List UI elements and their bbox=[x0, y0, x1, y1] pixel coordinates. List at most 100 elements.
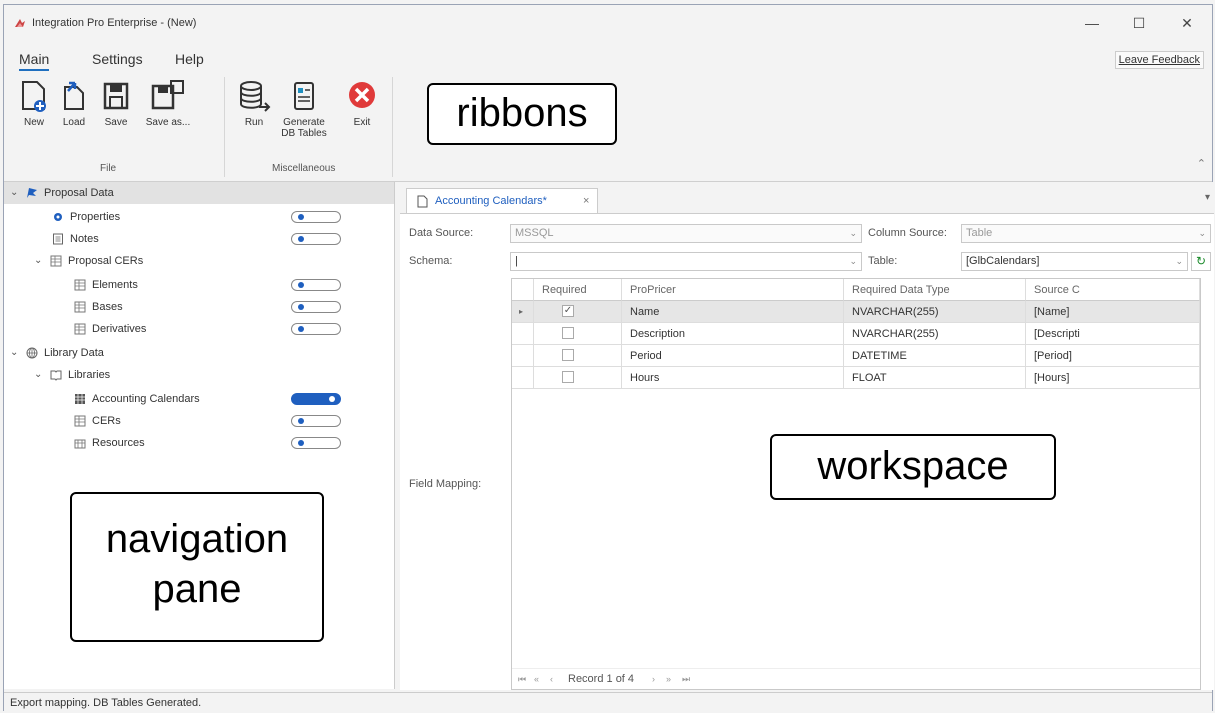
nav-item-cers[interactable]: CERs bbox=[4, 410, 394, 432]
load-file-icon bbox=[64, 81, 84, 110]
run-button[interactable]: Run bbox=[230, 79, 278, 128]
column-header-source[interactable]: Source C bbox=[1026, 279, 1200, 301]
propricer-cell[interactable]: Name bbox=[622, 301, 844, 323]
nav-item-derivatives[interactable]: Derivatives bbox=[4, 318, 394, 340]
source-cell[interactable]: [Descripti bbox=[1026, 323, 1200, 345]
propricer-cell[interactable]: Description bbox=[622, 323, 844, 345]
last-record-button[interactable]: ⏭ bbox=[682, 669, 690, 689]
required-checkbox[interactable]: ✓ bbox=[562, 305, 574, 317]
save-as-button[interactable]: Save as... bbox=[140, 79, 196, 128]
tab-help[interactable]: Help bbox=[175, 51, 204, 67]
tab-settings[interactable]: Settings bbox=[92, 51, 143, 67]
nav-item-elements[interactable]: Elements bbox=[4, 274, 394, 296]
table-value: [GlbCalendars] bbox=[966, 255, 1040, 267]
generate-db-tables-label: Generate DB Tables bbox=[281, 117, 327, 139]
prev-page-button[interactable]: « bbox=[534, 669, 539, 689]
workspace: Accounting Calendars* × ▾ Data Source: M… bbox=[400, 182, 1214, 690]
table-row[interactable]: Description NVARCHAR(255) [Descripti bbox=[512, 323, 1200, 345]
table-icon bbox=[74, 301, 86, 313]
table-select[interactable]: [GlbCalendars] ⌄ bbox=[961, 252, 1188, 271]
required-cell[interactable] bbox=[534, 345, 622, 367]
nav-item-proposal-cers[interactable]: ⌄ Proposal CERs bbox=[4, 250, 394, 272]
nav-item-libraries[interactable]: ⌄ Libraries bbox=[4, 364, 394, 386]
column-header-required[interactable]: Required bbox=[534, 279, 622, 301]
nav-label: Derivatives bbox=[92, 323, 147, 335]
data-type-cell[interactable]: DATETIME bbox=[844, 345, 1026, 367]
next-page-button[interactable]: » bbox=[666, 669, 671, 689]
nav-item-bases[interactable]: Bases bbox=[4, 296, 394, 318]
gear-icon bbox=[54, 213, 62, 221]
bases-toggle[interactable] bbox=[291, 301, 341, 313]
app-window: Integration Pro Enterprise - (New) — ☐ ✕… bbox=[3, 4, 1214, 712]
book-icon bbox=[50, 370, 62, 381]
derivatives-toggle[interactable] bbox=[291, 323, 341, 335]
workspace-callout: workspace bbox=[770, 434, 1056, 500]
minimize-button[interactable]: — bbox=[1072, 11, 1112, 35]
nav-item-proposal-data[interactable]: ⌄ Proposal Data bbox=[4, 182, 394, 204]
propricer-cell[interactable]: Period bbox=[622, 345, 844, 367]
tab-accounting-calendars[interactable]: Accounting Calendars* × bbox=[406, 188, 598, 214]
chevron-down-icon[interactable]: ⌄ bbox=[34, 250, 42, 272]
document-icon bbox=[417, 195, 428, 208]
data-type-cell[interactable]: NVARCHAR(255) bbox=[844, 323, 1026, 345]
ribbons-callout: ribbons bbox=[427, 83, 617, 145]
exit-button[interactable]: Exit bbox=[338, 79, 386, 128]
tab-main[interactable]: Main bbox=[19, 51, 50, 71]
chevron-down-icon[interactable]: ⌄ bbox=[10, 182, 18, 204]
source-cell[interactable]: [Hours] bbox=[1026, 367, 1200, 389]
column-header-propricer[interactable]: ProPricer bbox=[622, 279, 844, 301]
required-cell[interactable]: ✓ bbox=[534, 301, 622, 323]
table-row[interactable]: Hours FLOAT [Hours] bbox=[512, 367, 1200, 389]
required-checkbox[interactable] bbox=[562, 349, 574, 361]
elements-toggle[interactable] bbox=[291, 279, 341, 291]
chevron-down-icon[interactable]: ⌄ bbox=[10, 342, 18, 364]
data-type-cell[interactable]: FLOAT bbox=[844, 367, 1026, 389]
maximize-button[interactable]: ☐ bbox=[1119, 11, 1159, 35]
tab-close-button[interactable]: × bbox=[583, 195, 589, 207]
exit-label: Exit bbox=[353, 117, 371, 128]
required-checkbox[interactable] bbox=[562, 327, 574, 339]
nav-item-notes[interactable]: Notes bbox=[4, 228, 394, 250]
save-button[interactable]: Save bbox=[92, 79, 140, 128]
nav-label: Library Data bbox=[44, 347, 104, 359]
refresh-icon[interactable]: ↻ bbox=[1191, 252, 1211, 271]
next-record-button[interactable]: › bbox=[652, 669, 655, 689]
load-button[interactable]: Load bbox=[50, 79, 98, 128]
dropdown-arrow-icon[interactable]: ⌄ bbox=[849, 253, 857, 270]
propricer-cell[interactable]: Hours bbox=[622, 367, 844, 389]
data-type-cell[interactable]: NVARCHAR(255) bbox=[844, 301, 1026, 323]
chevron-down-icon[interactable]: ⌄ bbox=[34, 364, 42, 386]
source-cell[interactable]: [Name] bbox=[1026, 301, 1200, 323]
table-row[interactable]: ▸ ✓ Name NVARCHAR(255) [Name] bbox=[512, 301, 1200, 323]
row-indicator bbox=[512, 367, 534, 389]
resources-toggle[interactable] bbox=[291, 437, 341, 449]
nav-item-library-data[interactable]: ⌄ Library Data bbox=[4, 342, 394, 364]
save-label: Save bbox=[104, 117, 128, 128]
accounting-calendars-toggle[interactable] bbox=[291, 393, 341, 405]
resources-icon bbox=[74, 439, 86, 449]
required-checkbox[interactable] bbox=[562, 371, 574, 383]
tabs-dropdown-icon[interactable]: ▾ bbox=[1205, 192, 1210, 203]
collapse-ribbon-icon[interactable]: ⌃ bbox=[1197, 157, 1206, 170]
table-row[interactable]: Period DATETIME [Period] bbox=[512, 345, 1200, 367]
close-button[interactable]: ✕ bbox=[1167, 11, 1207, 35]
schema-select[interactable]: | ⌄ bbox=[510, 252, 862, 271]
nav-label: Bases bbox=[92, 301, 123, 313]
database-run-icon bbox=[240, 81, 271, 112]
prev-record-button[interactable]: ‹ bbox=[550, 669, 553, 689]
nav-item-accounting-calendars[interactable]: Accounting Calendars bbox=[4, 388, 394, 410]
leave-feedback-link[interactable]: Leave Feedback bbox=[1114, 51, 1204, 69]
source-cell[interactable]: [Period] bbox=[1026, 345, 1200, 367]
generate-db-tables-button[interactable]: Generate DB Tables bbox=[275, 79, 333, 139]
nav-item-properties[interactable]: Properties bbox=[4, 206, 394, 228]
required-cell[interactable] bbox=[534, 367, 622, 389]
column-header-required-data-type[interactable]: Required Data Type bbox=[844, 279, 1026, 301]
notes-toggle[interactable] bbox=[291, 233, 341, 245]
required-cell[interactable] bbox=[534, 323, 622, 345]
first-record-button[interactable]: ⏮ bbox=[518, 669, 526, 689]
properties-toggle[interactable] bbox=[291, 211, 341, 223]
dropdown-arrow-icon[interactable]: ⌄ bbox=[1175, 253, 1183, 270]
nav-item-resources[interactable]: Resources bbox=[4, 432, 394, 454]
column-source-select: Table ⌄ bbox=[961, 224, 1211, 243]
cers-toggle[interactable] bbox=[291, 415, 341, 427]
